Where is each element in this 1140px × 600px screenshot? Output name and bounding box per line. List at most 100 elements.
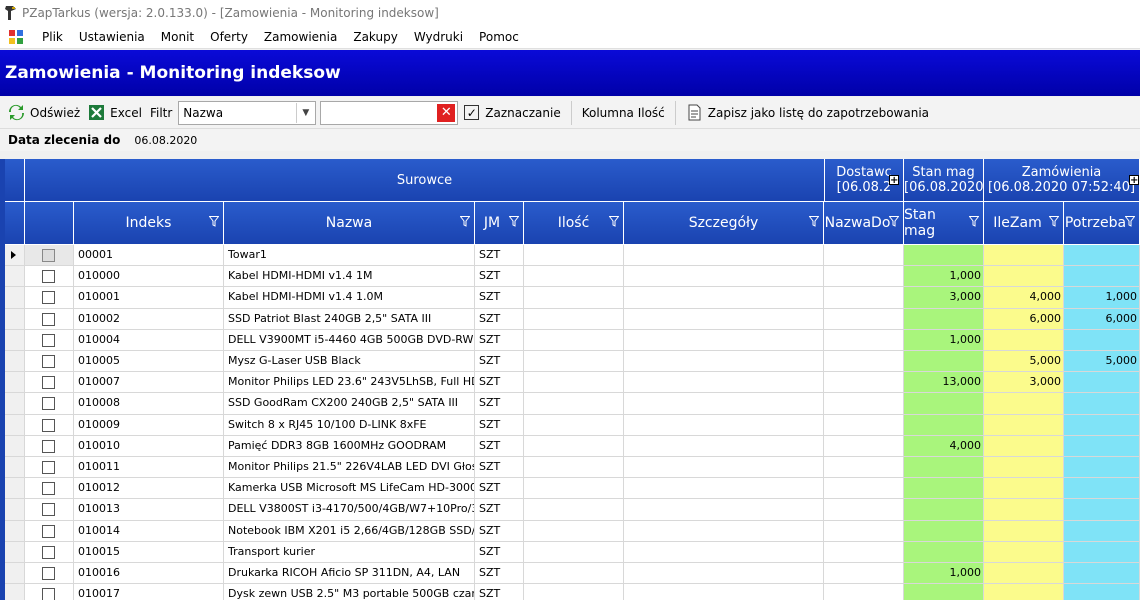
cell-nazwa[interactable]: Monitor Philips LED 23.6" 243V5LhSB, Ful… [224,372,475,394]
cell-indeks[interactable]: 010015 [74,541,224,563]
cell-ilosc[interactable] [524,308,624,330]
cell-indeks[interactable]: 010013 [74,499,224,521]
cell-ilezam[interactable] [984,563,1064,585]
column-qty-button[interactable]: Kolumna Ilość [582,106,665,120]
cell-ilezam[interactable] [984,435,1064,457]
table-row[interactable]: 010001 Kabel HDMI-HDMI v1.4 1.0M SZT 3,000 4… [5,287,1140,309]
table-row[interactable]: 010010 Pamięć DDR3 8GB 1600MHz GOODRAM SZT… [5,435,1140,457]
col-header-nazwado[interactable]: NazwaDo [824,202,904,244]
cell-szczegoly[interactable] [624,266,824,288]
cell-ilosc[interactable] [524,478,624,500]
marking-checkbox[interactable]: ✓ [464,105,480,120]
cell-indeks[interactable]: 010017 [74,584,224,600]
cell-potrzeba[interactable] [1064,393,1140,415]
row-header[interactable] [5,520,25,542]
table-row[interactable]: 010014 Notebook IBM X201 i5 2,66/4GB/128G… [5,520,1140,542]
row-select-cell[interactable] [25,372,74,394]
cell-nazwado[interactable] [824,414,904,436]
cell-ilezam[interactable] [984,393,1064,415]
row-select-cell[interactable] [25,541,74,563]
cell-ilezam[interactable] [984,478,1064,500]
cell-nazwa[interactable]: Switch 8 x RJ45 10/100 D-LINK 8xFE [224,414,475,436]
row-header[interactable] [5,435,25,457]
col-header-nazwa[interactable]: Nazwa [224,202,475,244]
row-select-cell[interactable] [25,266,74,288]
cell-jm[interactable]: SZT [475,584,524,600]
table-row[interactable]: 010005 Mysz G-Laser USB Black SZT 5,000 5,00… [5,351,1140,373]
cell-indeks[interactable]: 010001 [74,287,224,309]
cell-stanmag[interactable] [904,308,984,330]
menu-plik[interactable]: Plik [34,30,71,44]
row-checkbox[interactable] [42,524,55,538]
cell-stanmag[interactable]: 3,000 [904,287,984,309]
row-header[interactable] [5,499,25,521]
col-header-ilosc[interactable]: Ilość [524,202,624,244]
cell-nazwado[interactable] [824,266,904,288]
cell-szczegoly[interactable] [624,329,824,351]
cell-jm[interactable]: SZT [475,308,524,330]
cell-indeks[interactable]: 010012 [74,478,224,500]
cell-nazwa[interactable]: Kamerka USB Microsoft MS LifeCam HD-3000 [224,478,475,500]
cell-szczegoly[interactable] [624,457,824,479]
row-select-cell[interactable] [25,563,74,585]
row-checkbox[interactable] [42,439,55,453]
cell-jm[interactable]: SZT [475,351,524,373]
filter-funnel-icon[interactable] [889,216,899,227]
form-menu-icon[interactable] [8,29,24,45]
cell-ilosc[interactable] [524,563,624,585]
cell-potrzeba[interactable] [1064,266,1140,288]
chevron-down-icon[interactable]: ▼ [296,102,314,123]
row-header[interactable] [5,308,25,330]
cell-szczegoly[interactable] [624,287,824,309]
cell-ilezam[interactable] [984,584,1064,600]
filter-select[interactable]: Nazwa ▼ [178,100,317,125]
cell-jm[interactable]: SZT [475,563,524,585]
cell-stanmag[interactable] [904,478,984,500]
expand-icon[interactable]: + [1129,175,1139,186]
cell-indeks[interactable]: 010004 [74,329,224,351]
cell-nazwado[interactable] [824,478,904,500]
row-header[interactable] [5,478,25,500]
cell-stanmag[interactable] [904,457,984,479]
cell-ilosc[interactable] [524,372,624,394]
cell-stanmag[interactable] [904,584,984,600]
menu-wydruki[interactable]: Wydruki [406,30,471,44]
cell-ilosc[interactable] [524,520,624,542]
col-header-potrzeba[interactable]: Potrzeba [1064,202,1140,244]
row-checkbox[interactable] [42,461,55,474]
cell-indeks[interactable]: 010007 [74,372,224,394]
row-checkbox[interactable] [42,312,55,326]
row-header[interactable] [5,563,25,585]
cell-nazwa[interactable]: Pamięć DDR3 8GB 1600MHz GOODRAM [224,435,475,457]
cell-szczegoly[interactable] [624,584,824,600]
menu-oferty[interactable]: Oferty [202,30,256,44]
cell-nazwa[interactable]: Drukarka RICOH Aficio SP 311DN, A4, LAN [224,563,475,585]
cell-nazwa[interactable]: DELL V3800ST i3-4170/500/4GB/W7+10Pro/3y [224,499,475,521]
cell-ilosc[interactable] [524,435,624,457]
cell-nazwado[interactable] [824,563,904,585]
row-select-cell[interactable] [25,478,74,500]
cell-nazwado[interactable] [824,245,904,267]
cell-nazwado[interactable] [824,351,904,373]
cell-potrzeba[interactable] [1064,520,1140,542]
filter-funnel-icon[interactable] [509,216,519,227]
cell-jm[interactable]: SZT [475,329,524,351]
row-select-cell[interactable] [25,435,74,457]
marking-label[interactable]: Zaznaczanie [485,106,560,120]
cell-ilezam[interactable]: 3,000 [984,372,1064,394]
row-checkbox[interactable] [42,588,55,600]
cell-nazwado[interactable] [824,584,904,600]
cell-ilosc[interactable] [524,414,624,436]
row-select-cell[interactable] [25,329,74,351]
cell-stanmag[interactable] [904,520,984,542]
row-header[interactable] [5,372,25,394]
row-checkbox[interactable] [42,291,55,305]
row-header[interactable] [5,245,25,267]
cell-jm[interactable]: SZT [475,499,524,521]
cell-potrzeba[interactable] [1064,499,1140,521]
cell-potrzeba[interactable] [1064,245,1140,267]
cell-potrzeba[interactable] [1064,478,1140,500]
row-header[interactable] [5,393,25,415]
cell-indeks[interactable]: 010016 [74,563,224,585]
cell-indeks[interactable]: 00001 [74,245,224,267]
